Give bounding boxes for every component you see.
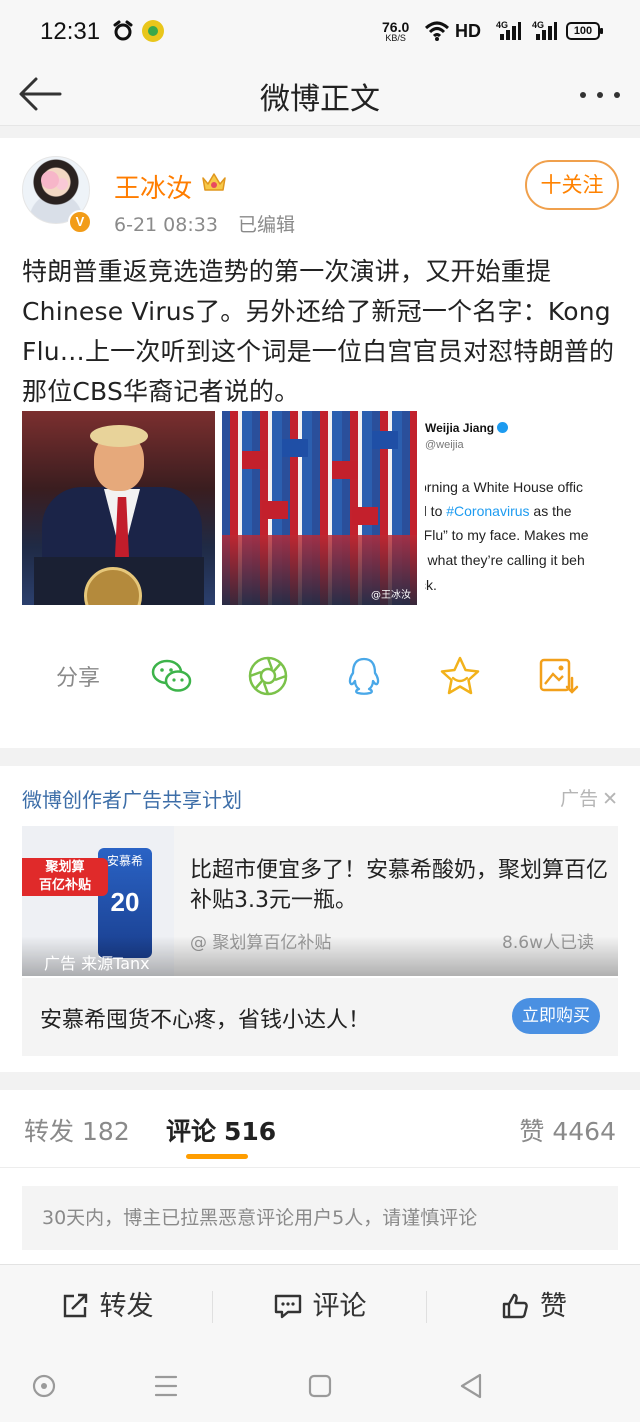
post-image-speech[interactable]	[22, 411, 215, 605]
crown-icon	[202, 173, 226, 191]
wechat-icon[interactable]	[150, 654, 194, 698]
ad-headline: 比超市便宜多了！安慕希酸奶，聚划算百亿补贴3.3元一瓶。	[190, 858, 609, 913]
back-nav-icon[interactable]	[452, 1368, 492, 1404]
network-speed: 76.0 KB/S	[382, 19, 410, 43]
alarm-icon	[113, 20, 133, 41]
share-row: 分享	[0, 642, 640, 706]
ad-footer[interactable]: 安慕希囤货不心疼，省钱小达人！ 立即购买	[22, 978, 618, 1056]
ad-overlay: 广告 来源Tanx	[22, 936, 618, 976]
status-bar: 12:31 76.0 KB/S HD 4G 4G 100	[0, 0, 640, 62]
home-nav-icon[interactable]	[300, 1368, 340, 1404]
post-image-tweet[interactable]: Weijia Jiang @weijia orning a White Hous…	[425, 411, 620, 605]
repost-button[interactable]: 转发	[0, 1265, 213, 1349]
ad-tag[interactable]: 广告 ✕	[560, 784, 618, 811]
signal-icon: 4G	[496, 20, 522, 46]
title-bar: 微博正文	[0, 62, 640, 126]
moments-icon[interactable]	[246, 654, 290, 698]
comments-section: 30天内，博主已拉黑恶意评论用户5人，请谨慎评论	[0, 1168, 640, 1264]
image-grid: @王冰汝 Weijia Jiang @weijia orning a White…	[22, 411, 620, 605]
menu-nav-icon[interactable]	[146, 1368, 186, 1404]
like-button[interactable]: 赞	[427, 1265, 640, 1349]
repost-icon	[63, 1293, 87, 1318]
app-notification-icon	[142, 20, 164, 42]
tab-like[interactable]: 赞 4464	[519, 1112, 616, 1148]
tweet-line: orning a White House offic	[425, 479, 583, 495]
favorite-star-icon[interactable]	[438, 654, 482, 698]
username[interactable]: 王冰汝	[114, 168, 192, 205]
tweet-author: Weijia Jiang	[425, 421, 509, 435]
verified-badge-icon: V	[68, 210, 92, 234]
post-meta: 6-21 08:33 已编辑	[114, 210, 295, 237]
page-title: 微博正文	[260, 82, 380, 117]
ad-plan-link[interactable]: 微博创作者广告共享计划	[22, 784, 242, 813]
tweet-line: r what they’re calling it beh	[425, 552, 585, 568]
tab-repost[interactable]: 转发 182	[24, 1112, 130, 1148]
post-tabs: 转发 182 评论 516 赞 4464	[0, 1090, 640, 1168]
ad-card: 微博创作者广告共享计划 广告 ✕ 安慕希 20 聚划算 百亿补贴 比超市便宜多了！…	[0, 766, 640, 1072]
tab-indicator	[186, 1154, 248, 1159]
status-time: 12:31	[40, 18, 101, 45]
assistant-nav-icon[interactable]	[24, 1368, 64, 1404]
follow-button[interactable]: 十关注	[525, 160, 619, 210]
close-icon: ✕	[602, 788, 618, 810]
post-date: 6-21 08:33	[114, 214, 218, 236]
tweet-line: d to #Coronavirus as the	[425, 503, 572, 519]
more-icon[interactable]	[578, 76, 622, 112]
hd-indicator: HD	[455, 21, 481, 41]
share-label: 分享	[56, 666, 101, 691]
tweet-line: -Flu” to my face. Makes me	[425, 527, 589, 543]
ad-footer-text: 安慕希囤货不心疼，省钱小达人！	[40, 1008, 371, 1033]
ad-badge: 聚划算 百亿补贴	[22, 858, 108, 896]
wifi-icon	[424, 21, 450, 41]
comment-button[interactable]: 评论	[213, 1265, 426, 1349]
post-card: V 王冰汝 6-21 08:33 已编辑 十关注 特朗普重返竞选造势的第一次演讲…	[0, 138, 640, 748]
tweet-line: ck.	[425, 577, 437, 593]
weibo-post-page: 12:31 76.0 KB/S HD 4G 4G 100 微博正文 V 王冰汝 …	[0, 0, 640, 1422]
comment-icon	[274, 1294, 301, 1319]
blocked-users-notice: 30天内，博主已拉黑恶意评论用户5人，请谨慎评论	[22, 1186, 618, 1250]
ad-body[interactable]: 安慕希 20 聚划算 百亿补贴 比超市便宜多了！安慕希酸奶，聚划算百亿补贴3.3…	[22, 826, 618, 976]
buy-now-button[interactable]: 立即购买	[512, 998, 600, 1034]
tab-comment[interactable]: 评论 516	[166, 1112, 276, 1148]
post-text: 特朗普重返竞选造势的第一次演讲，又开始重提Chinese Virus了。另外还给…	[22, 257, 615, 406]
image-watermark: @王冰汝	[371, 590, 411, 601]
like-icon	[502, 1293, 528, 1319]
battery-icon: 100	[566, 22, 603, 40]
save-image-icon[interactable]	[536, 654, 580, 698]
tweet-handle: @weijia	[425, 439, 464, 451]
edited-label[interactable]: 已编辑	[238, 214, 295, 236]
post-image-rally[interactable]: @王冰汝	[222, 411, 417, 605]
tweet-verified-icon	[497, 422, 509, 433]
system-nav-bar	[0, 1348, 640, 1422]
signal-icon: 4G	[532, 20, 558, 46]
qq-icon[interactable]	[342, 654, 386, 698]
action-bar: 转发 评论 赞	[0, 1264, 640, 1348]
